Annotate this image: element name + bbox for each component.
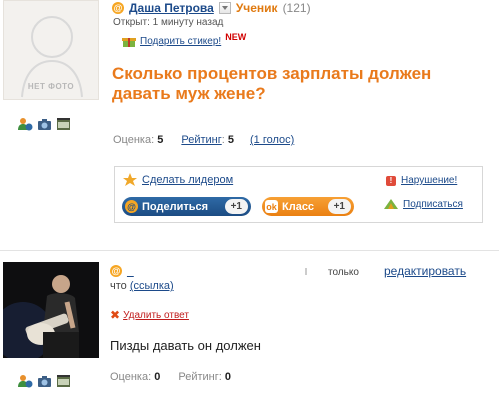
delete-answer-link[interactable]: Удалить ответ bbox=[123, 310, 189, 321]
class-count: +1 bbox=[327, 199, 351, 214]
delete-x-icon: ✖ bbox=[110, 308, 121, 322]
author-name-link[interactable]: Даша Петрова bbox=[129, 1, 214, 15]
author-rank: Ученик bbox=[235, 1, 278, 15]
chevron-down-icon[interactable] bbox=[218, 2, 231, 14]
answer-author-link[interactable]: _ bbox=[127, 264, 134, 278]
make-leader-row: Сделать лидером bbox=[123, 173, 233, 187]
ok-icon: ok bbox=[265, 200, 278, 213]
class-button[interactable]: ok Класс +1 bbox=[262, 197, 354, 216]
share-button[interactable]: @ Поделиться +1 bbox=[122, 197, 251, 216]
question-action-box: Сделать лидером ! Нарушение! @ Поделитьс… bbox=[114, 166, 483, 223]
star-icon bbox=[123, 173, 137, 186]
gift-icon bbox=[122, 38, 136, 47]
rating-value: 5 bbox=[227, 134, 234, 146]
share-count: +1 bbox=[224, 199, 248, 214]
answer-text: Пизды давать он должен bbox=[110, 338, 261, 353]
gift-sticker-line: Подарить стикер! NEW bbox=[122, 31, 247, 48]
guitarist-photo bbox=[3, 262, 99, 358]
make-leader-link[interactable]: Сделать лидером bbox=[142, 174, 233, 186]
violation-row: ! Нарушение! bbox=[386, 175, 457, 186]
subscribe-row: Подписаться bbox=[383, 198, 463, 210]
question-author-line: @ Даша Петрова Ученик (121) bbox=[112, 1, 311, 15]
subscribe-link[interactable]: Подписаться bbox=[403, 199, 463, 210]
photo-icon[interactable] bbox=[37, 117, 52, 131]
video-icon[interactable] bbox=[56, 117, 71, 131]
share-label: Поделиться bbox=[142, 200, 209, 213]
answer-only-label: только bbox=[328, 267, 359, 278]
answer-author-actions bbox=[18, 374, 71, 388]
answer-source-line: что (ссылка) bbox=[110, 280, 174, 292]
add-friend-icon[interactable] bbox=[18, 374, 33, 388]
question-opened-time: Открыт: 1 минуту назад bbox=[113, 17, 224, 28]
class-label: Класс bbox=[282, 200, 315, 213]
edit-answer-link[interactable]: редактировать bbox=[384, 264, 466, 278]
gift-sticker-link[interactable]: Подарить стикер! bbox=[140, 36, 221, 47]
subscribe-icon bbox=[384, 199, 398, 209]
answer-score-value: 0 bbox=[154, 371, 161, 383]
at-icon: @ bbox=[112, 2, 124, 14]
question-title: Сколько процентов зарплаты должен давать… bbox=[112, 64, 432, 103]
answer-stats: Оценка: 0 Рейтинг: 0 bbox=[110, 371, 231, 383]
at-icon: @ bbox=[125, 200, 138, 213]
delete-answer-row: ✖ Удалить ответ bbox=[110, 309, 189, 321]
votes-link[interactable]: (1 голос) bbox=[250, 134, 294, 146]
answer-rating-value: 0 bbox=[224, 371, 231, 383]
answer-score-label: Оценка: bbox=[110, 371, 152, 383]
section-divider bbox=[0, 250, 499, 251]
answer-source-prefix: что bbox=[110, 280, 127, 292]
author-avatar-placeholder[interactable]: НЕТ ФОТО bbox=[3, 0, 99, 100]
answer-author-avatar[interactable] bbox=[3, 262, 99, 358]
video-icon[interactable] bbox=[56, 374, 71, 388]
new-badge: NEW bbox=[225, 31, 247, 42]
question-stats: Оценка: 5 Рейтинг: 5 (1 голос) bbox=[113, 134, 295, 146]
photo-icon[interactable] bbox=[37, 374, 52, 388]
author-rank-points: (121) bbox=[282, 1, 311, 15]
violation-link[interactable]: Нарушение! bbox=[401, 175, 457, 186]
no-photo-label: НЕТ ФОТО bbox=[27, 82, 75, 91]
score-label: Оценка: bbox=[113, 134, 155, 146]
score-value: 5 bbox=[157, 134, 164, 146]
warning-icon: ! bbox=[386, 175, 396, 186]
rating-link[interactable]: Рейтинг bbox=[181, 134, 221, 146]
answer-rating-label: Рейтинг: bbox=[178, 371, 222, 383]
author-actions bbox=[18, 117, 71, 131]
answer-source-link[interactable]: (ссылка) bbox=[130, 280, 174, 292]
answer-author-line: @ _ bbox=[110, 264, 134, 278]
separator-mark bbox=[305, 268, 307, 275]
add-friend-icon[interactable] bbox=[18, 117, 33, 131]
at-icon: @ bbox=[110, 265, 122, 277]
